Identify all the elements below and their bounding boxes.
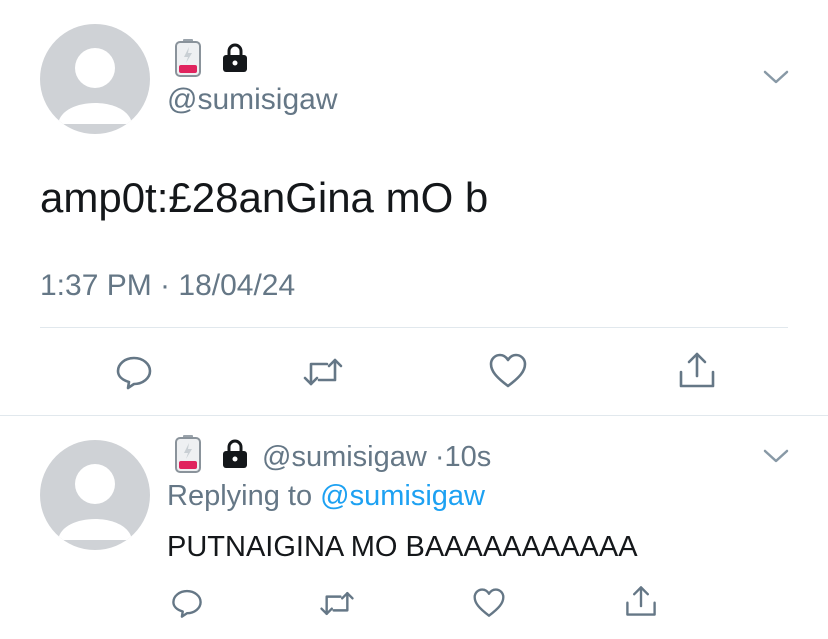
reply-icon[interactable] — [170, 586, 204, 620]
like-icon[interactable] — [488, 352, 528, 390]
replying-to: Replying to @sumisigaw — [167, 479, 485, 513]
replying-handle-link[interactable]: @sumisigaw — [320, 480, 485, 512]
reply-header: @sumisigaw ·10s — [262, 440, 491, 474]
tweet-timestamp[interactable]: 1:37 PM · 18/04/24 — [40, 268, 295, 304]
share-icon[interactable] — [624, 584, 658, 618]
replying-label: Replying to — [167, 480, 313, 512]
like-icon[interactable] — [472, 587, 506, 619]
author-handle[interactable]: @sumisigaw — [167, 82, 338, 118]
lock-icon — [220, 42, 250, 74]
divider — [40, 327, 788, 328]
main-tweet: @sumisigaw amp0t:£28anGina mO b 1:37 PM … — [0, 0, 828, 415]
retweet-icon[interactable] — [301, 354, 345, 390]
relative-time[interactable]: 10s — [445, 441, 492, 473]
battery-empty-icon — [174, 434, 202, 474]
chevron-down-icon[interactable] — [762, 68, 790, 86]
reply-icon[interactable] — [114, 352, 154, 392]
lock-icon — [220, 438, 250, 470]
tweet-text: amp0t:£28anGina mO b — [40, 174, 489, 221]
avatar[interactable] — [40, 24, 150, 134]
reply-text: PUTNAIGINA MO BAAAAAAAAAAA — [167, 531, 638, 563]
battery-empty-icon — [174, 38, 202, 78]
reply-tweet[interactable]: @sumisigaw ·10s Replying to @sumisigaw P… — [0, 416, 828, 639]
chevron-down-icon[interactable] — [762, 447, 790, 465]
dot-separator: · — [434, 441, 445, 473]
author-handle[interactable]: @sumisigaw — [262, 441, 427, 473]
retweet-icon[interactable] — [318, 588, 356, 619]
share-icon[interactable] — [677, 350, 717, 390]
avatar[interactable] — [40, 440, 150, 550]
